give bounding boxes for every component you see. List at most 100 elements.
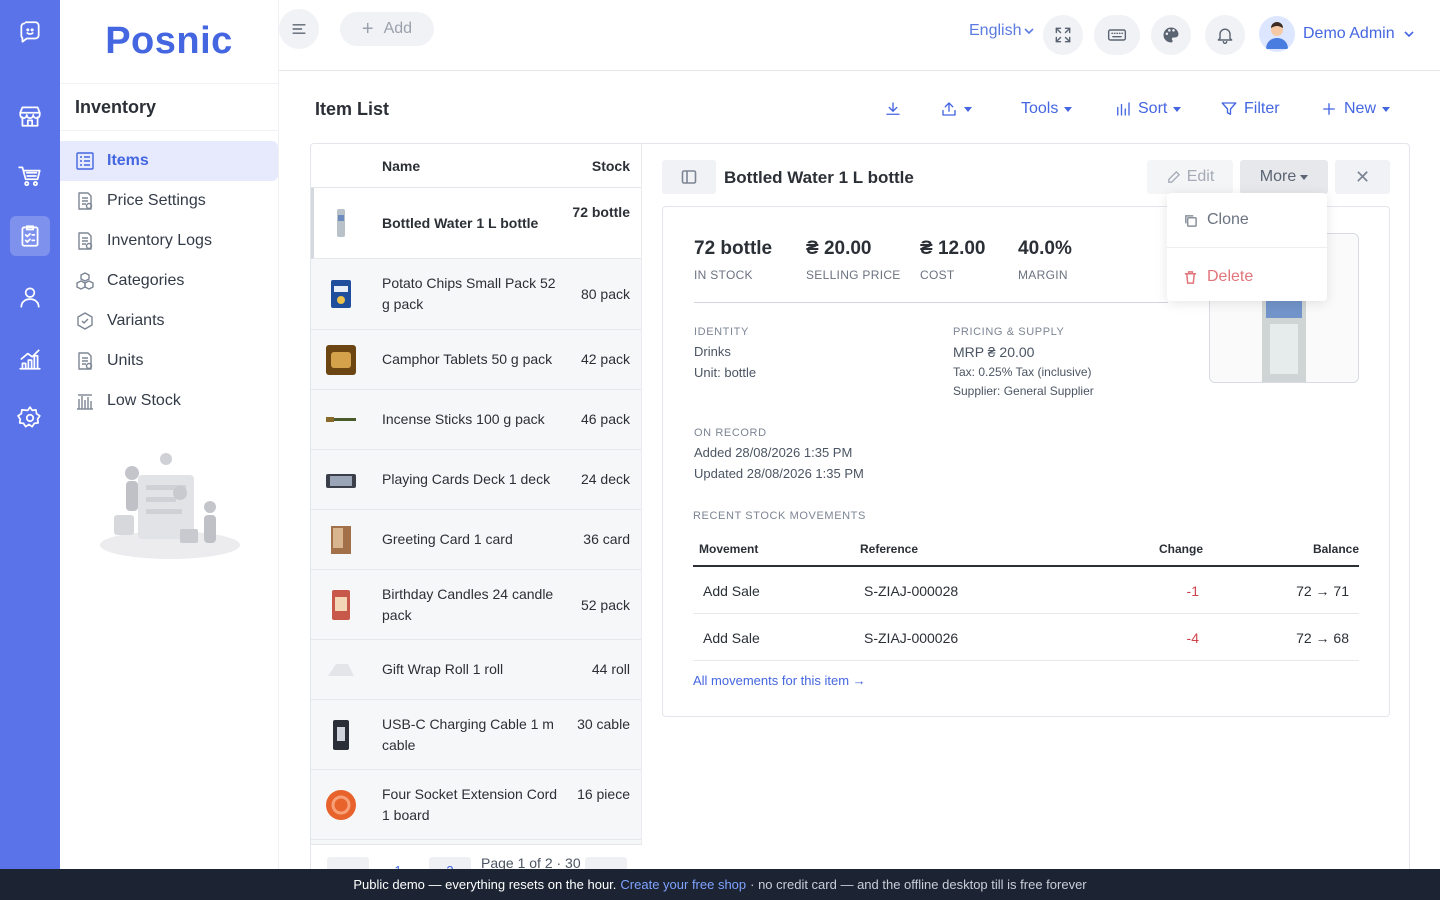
item-name: Incense Sticks 100 g pack bbox=[382, 411, 545, 427]
menu-toggle-button[interactable] bbox=[279, 9, 319, 49]
chart-icon[interactable] bbox=[10, 339, 50, 379]
notifications-button[interactable] bbox=[1205, 15, 1245, 55]
pricing-label: PRICING & SUPPLY bbox=[953, 326, 1065, 338]
list-item[interactable]: Camphor Tablets 50 g pack 42 pack bbox=[311, 330, 641, 390]
table-row[interactable]: Add Sale S-ZIAJ-000028 -1 72 → 71 bbox=[693, 567, 1359, 614]
tools-button[interactable]: Tools bbox=[1021, 100, 1073, 118]
stat-value: ₴ 12.00 bbox=[920, 238, 986, 259]
list-item[interactable]: Potato Chips Small Pack 52 g pack 80 pac… bbox=[311, 259, 641, 330]
theme-button[interactable] bbox=[1151, 15, 1191, 55]
change-cell: -4 bbox=[1186, 630, 1199, 646]
item-name: Gift Wrap Roll 1 roll bbox=[382, 661, 504, 677]
add-label: Add bbox=[383, 20, 413, 37]
identity-section: IDENTITY Drinks Unit: bottle bbox=[694, 326, 756, 380]
fullscreen-button[interactable] bbox=[1043, 15, 1083, 55]
inventory-icon[interactable] bbox=[10, 216, 50, 256]
list-item[interactable]: Playing Cards Deck 1 deck 24 deck bbox=[311, 450, 641, 510]
copy-icon bbox=[1185, 214, 1197, 227]
delete-menu-item[interactable]: Delete bbox=[1183, 268, 1253, 286]
trash-icon bbox=[1184, 270, 1197, 284]
sort-button[interactable]: Sort bbox=[1114, 100, 1182, 118]
doc-icon bbox=[74, 190, 96, 212]
pencil-icon bbox=[1167, 170, 1180, 183]
user-name: Demo Admin bbox=[1303, 25, 1395, 42]
caret-down-icon bbox=[1173, 106, 1182, 112]
close-button[interactable]: ✕ bbox=[1335, 160, 1390, 194]
more-dropdown: Clone Delete bbox=[1167, 193, 1327, 301]
item-stock: 72 bottle bbox=[572, 204, 630, 220]
upload-button[interactable] bbox=[940, 100, 972, 118]
brand-logo[interactable]: Posnic bbox=[60, 0, 278, 84]
divider bbox=[694, 302, 1168, 303]
list-item[interactable]: Bottled Water 1 L bottle 72 bottle bbox=[311, 188, 641, 259]
create-shop-link[interactable]: Create your free shop bbox=[620, 877, 746, 892]
item-thumbnail bbox=[333, 720, 349, 750]
pricing-section: PRICING & SUPPLY MRP ₴ 20.00 Tax: 0.25% … bbox=[953, 326, 1094, 398]
item-thumbnail bbox=[337, 209, 345, 237]
sidebar-item-variants[interactable]: Variants bbox=[60, 301, 278, 341]
user-menu[interactable]: Demo Admin bbox=[1259, 16, 1415, 52]
download-button[interactable] bbox=[884, 100, 902, 118]
add-button[interactable]: + Add bbox=[340, 12, 434, 46]
bell-icon bbox=[1217, 28, 1233, 44]
change-cell: -1 bbox=[1186, 583, 1199, 599]
bar-chart-icon bbox=[1117, 102, 1130, 116]
sidebar-item-inventory-logs[interactable]: Inventory Logs bbox=[60, 221, 278, 261]
edit-label: Edit bbox=[1186, 168, 1215, 185]
change-column-header: Change bbox=[1158, 542, 1203, 556]
item-thumbnail bbox=[331, 280, 351, 308]
sidebar-item-label: Units bbox=[107, 352, 144, 369]
list-item[interactable]: Greeting Card 1 card 36 card bbox=[311, 510, 641, 570]
movement-column-header: Movement bbox=[699, 542, 759, 556]
cart-icon[interactable] bbox=[10, 156, 50, 196]
list-item[interactable]: USB-C Charging Cable 1 m cable 30 cable bbox=[311, 700, 641, 770]
toggle-list-button[interactable] bbox=[662, 160, 716, 194]
store-icon[interactable] bbox=[10, 96, 50, 136]
stock-column-header[interactable]: Stock bbox=[592, 158, 630, 174]
more-button[interactable]: More bbox=[1240, 160, 1328, 194]
item-thumbnail bbox=[326, 345, 356, 375]
sidebar-item-price-settings[interactable]: Price Settings bbox=[60, 181, 278, 221]
sidebar-item-categories[interactable]: Categories bbox=[60, 261, 278, 301]
all-movements-link[interactable]: All movements for this item → bbox=[693, 673, 866, 688]
keyboard-button[interactable] bbox=[1094, 15, 1140, 55]
stat-in-stock: 72 bottle IN STOCK bbox=[694, 238, 772, 282]
sidebar-menu: Items Price Settings Inventory Logs Cate… bbox=[60, 131, 278, 421]
list-item[interactable]: Gift Wrap Roll 1 roll 44 roll bbox=[311, 640, 641, 700]
stat-label: SELLING PRICE bbox=[806, 268, 901, 282]
edit-button[interactable]: Edit bbox=[1147, 160, 1233, 194]
item-thumbnail bbox=[326, 790, 356, 820]
sidebar-item-items[interactable]: Items bbox=[60, 141, 278, 181]
sidebar-title: Inventory bbox=[60, 84, 278, 131]
pricing-supplier: Supplier: General Supplier bbox=[953, 384, 1094, 398]
filter-button[interactable]: Filter bbox=[1220, 100, 1280, 118]
user-icon[interactable] bbox=[10, 277, 50, 317]
item-thumbnail bbox=[328, 664, 354, 676]
list-item[interactable]: Four Socket Extension Cord 1 board 16 pi… bbox=[311, 770, 641, 840]
sidebar-item-units[interactable]: Units bbox=[60, 341, 278, 381]
sidebar-item-low-stock[interactable]: Low Stock bbox=[60, 381, 278, 421]
movement-cell: Add Sale bbox=[703, 583, 760, 599]
caret-down-icon bbox=[1064, 106, 1073, 112]
chat-logo-icon[interactable] bbox=[10, 12, 50, 52]
item-stock: 46 pack bbox=[580, 411, 630, 427]
page-title: Item List bbox=[315, 99, 390, 119]
list-item[interactable]: Incense Sticks 100 g pack 46 pack bbox=[311, 390, 641, 450]
identity-category: Drinks bbox=[694, 344, 731, 359]
list-item[interactable]: Birthday Candles 24 candle pack 52 pack bbox=[311, 570, 641, 640]
item-stock: 44 roll bbox=[591, 661, 630, 677]
settings-icon[interactable] bbox=[10, 398, 50, 438]
new-button[interactable]: New bbox=[1320, 100, 1391, 118]
item-name: Potato Chips Small Pack 52 g pack bbox=[382, 275, 556, 312]
clone-menu-item[interactable]: Clone bbox=[1183, 211, 1249, 229]
movements-label: RECENT STOCK MOVEMENTS bbox=[693, 510, 866, 522]
table-row[interactable]: Add Sale S-ZIAJ-000026 -4 72 → 68 bbox=[693, 614, 1359, 661]
item-stock: 24 deck bbox=[580, 471, 630, 487]
sidebar-item-label: Low Stock bbox=[107, 392, 181, 409]
filter-icon bbox=[1221, 102, 1237, 115]
item-name: Bottled Water 1 L bottle bbox=[382, 215, 539, 231]
list-header: Name Stock bbox=[311, 144, 641, 188]
item-list: Name Stock Bottled Water 1 L bottle 72 b… bbox=[311, 144, 642, 882]
language-select[interactable]: English bbox=[969, 22, 1035, 40]
name-column-header[interactable]: Name bbox=[382, 158, 420, 174]
